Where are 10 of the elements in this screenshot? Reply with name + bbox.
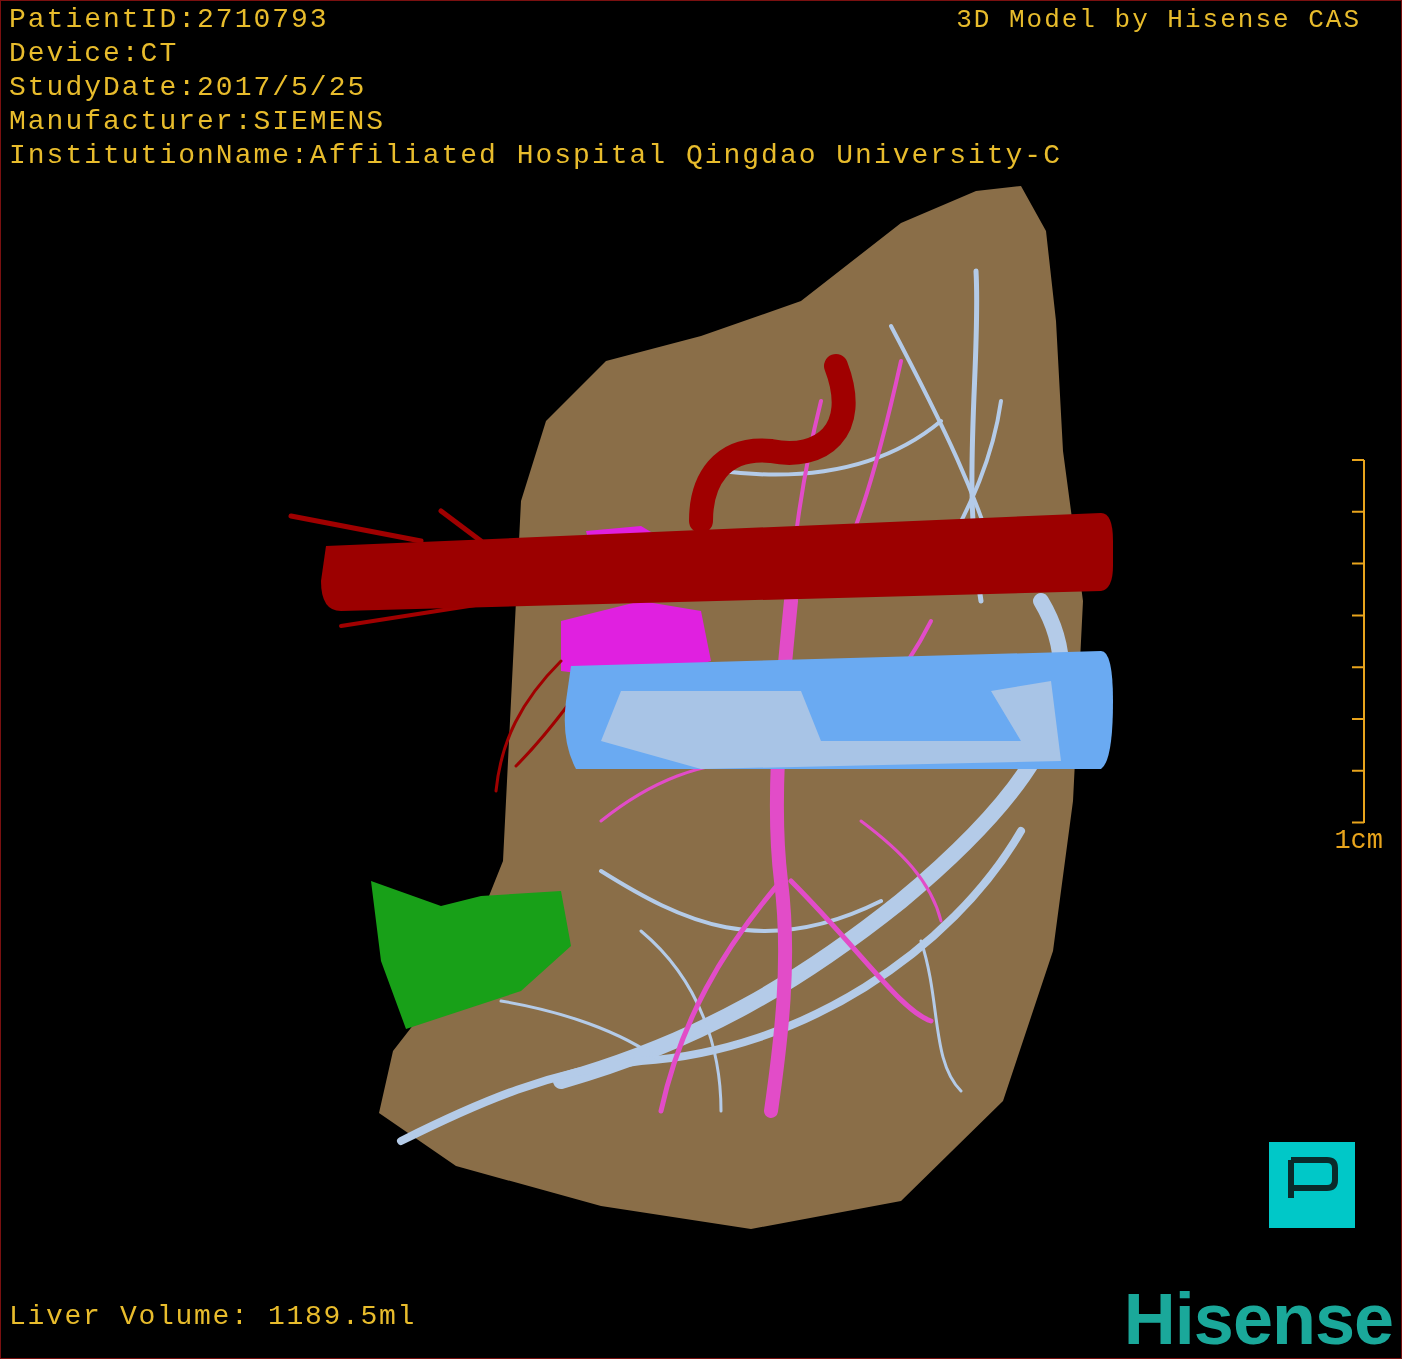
study-info-line: Device:CT (9, 37, 179, 71)
pan-tool-icon[interactable] (1269, 1142, 1355, 1228)
study-info-line: StudyDate:2017/5/25 (9, 71, 367, 105)
model-credit-text: 3D Model by Hisense CAS (956, 4, 1361, 37)
brand-logo: Hisense (1123, 1284, 1393, 1354)
study-info-line: PatientID:2710793 (9, 3, 329, 37)
study-info-line: Manufacturer:SIEMENS (9, 105, 386, 139)
liver-volume-text: Liver Volume: 1189.5ml (9, 1300, 417, 1334)
study-info-line: InstitutionName:Affiliated Hospital Qingdao University-C (9, 139, 1062, 173)
scale-bar-label: 1cm (1334, 824, 1383, 857)
